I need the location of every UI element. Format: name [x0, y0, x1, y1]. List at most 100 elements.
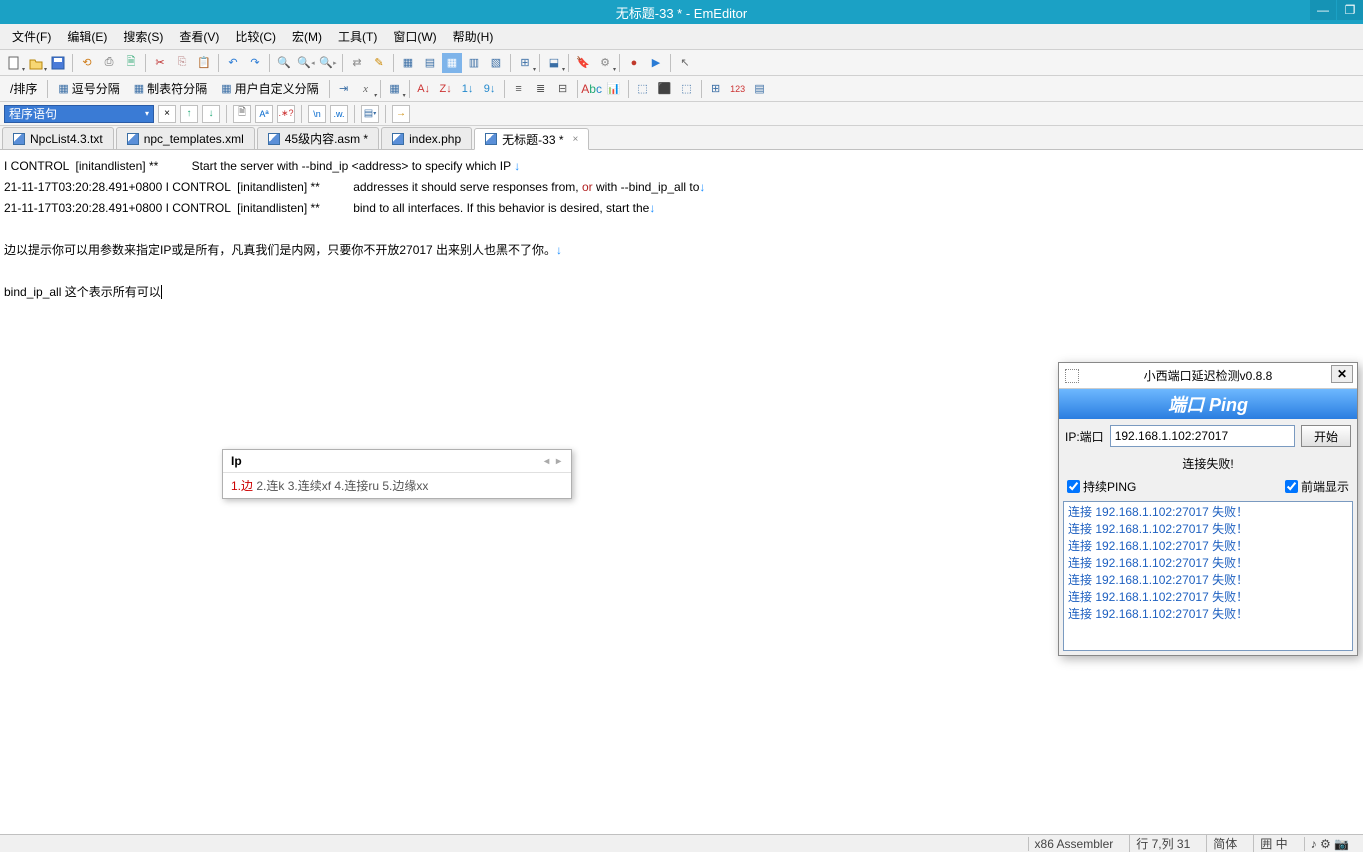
- ping-window[interactable]: 小西端口延迟检测v0.8.8 ✕ 端口 Ping IP:端口 开始 连接失败! …: [1058, 362, 1358, 656]
- macro-rec-button[interactable]: ●: [624, 53, 644, 73]
- tab-0[interactable]: NpcList4.3.txt: [2, 127, 114, 149]
- menu-window[interactable]: 窗口(W): [385, 25, 444, 48]
- compare-button[interactable]: ⬓▾: [544, 53, 564, 73]
- copy-button[interactable]: ⎘: [172, 53, 192, 73]
- ime-pager[interactable]: ◂ ▸: [544, 456, 563, 467]
- align-right-button[interactable]: ⊟: [553, 79, 573, 99]
- ping-app-icon: [1065, 369, 1079, 383]
- file-icon: [127, 133, 139, 145]
- ime-candidates[interactable]: 1.边 2.连k 3.连续xf 4.连接ru 5.边缘xx: [223, 473, 571, 498]
- tb3-close[interactable]: ×: [158, 105, 176, 123]
- ping-log-line: 连接 192.168.1.102:27017 失败！: [1068, 572, 1348, 589]
- tb3-up[interactable]: ↑: [180, 105, 198, 123]
- arrow-button[interactable]: ↖: [675, 53, 695, 73]
- ping-continuous-checkbox[interactable]: 持续PING: [1067, 478, 1136, 495]
- save-button[interactable]: [48, 53, 68, 73]
- maximize-button[interactable]: ❐: [1337, 0, 1363, 20]
- menu-edit[interactable]: 编辑(E): [59, 25, 115, 48]
- tb3-btn1[interactable]: 🗎: [233, 105, 251, 123]
- col-btn-1[interactable]: ⬚: [633, 79, 653, 99]
- find-prev-button[interactable]: 🔍◂: [296, 53, 316, 73]
- csv-btn-2[interactable]: x▾: [356, 79, 376, 99]
- abc-button[interactable]: Abc: [582, 79, 602, 99]
- tab-2[interactable]: 45级内容.asm *: [257, 127, 379, 149]
- grid-button-2[interactable]: ▤: [420, 53, 440, 73]
- col-btn-3[interactable]: ⬚: [677, 79, 697, 99]
- tb3-btn2[interactable]: Aª: [255, 105, 273, 123]
- redo-button[interactable]: ↷: [245, 53, 265, 73]
- tb3-btn6[interactable]: ▤▾: [361, 105, 379, 123]
- ping-start-button[interactable]: 开始: [1301, 425, 1351, 447]
- statusbar: x86 Assembler 行 7,列 31 简体 囲 中 ♪ ⚙ 📷: [0, 834, 1363, 852]
- reload-button[interactable]: ⟲: [77, 53, 97, 73]
- preview-button[interactable]: 🗎: [121, 53, 141, 73]
- menu-tools[interactable]: 工具(T): [330, 25, 385, 48]
- sort-asc-button[interactable]: A↓: [414, 79, 434, 99]
- csv-btn-3[interactable]: ▦▾: [385, 79, 405, 99]
- menu-macro[interactable]: 宏(M): [284, 25, 330, 48]
- find-button[interactable]: 🔍: [274, 53, 294, 73]
- tab-1[interactable]: npc_templates.xml: [116, 127, 255, 149]
- tb3-btn7[interactable]: →: [392, 105, 410, 123]
- bookmark-button[interactable]: 🔖: [573, 53, 593, 73]
- tb3-btn4[interactable]: \n: [308, 105, 326, 123]
- paste-button[interactable]: 📋: [194, 53, 214, 73]
- sort-num-button[interactable]: 1↓: [458, 79, 478, 99]
- file-icon: [485, 133, 497, 145]
- menu-file[interactable]: 文件(F): [4, 25, 59, 48]
- grid-button-4[interactable]: ▥: [464, 53, 484, 73]
- tab-sep-button[interactable]: 制表符分隔: [128, 78, 213, 99]
- undo-button[interactable]: ↶: [223, 53, 243, 73]
- filter-btn-3[interactable]: ▤: [750, 79, 770, 99]
- col-btn-2[interactable]: ⬛: [655, 79, 675, 99]
- sort-num2-button[interactable]: 9↓: [480, 79, 500, 99]
- align-left-button[interactable]: ≡: [509, 79, 529, 99]
- ping-log-line: 连接 192.168.1.102:27017 失败！: [1068, 555, 1348, 572]
- menu-view[interactable]: 查看(V): [171, 25, 227, 48]
- tb3-btn3[interactable]: .∗?: [277, 105, 295, 123]
- replace-button[interactable]: ⇄: [347, 53, 367, 73]
- print-button[interactable]: ⎙: [99, 53, 119, 73]
- goto-button[interactable]: ✎: [369, 53, 389, 73]
- filter-btn-1[interactable]: ⊞: [706, 79, 726, 99]
- settings-button[interactable]: ⚙▾: [595, 53, 615, 73]
- grid-button-3[interactable]: ▦: [442, 53, 462, 73]
- window-controls: — ❐: [1309, 0, 1363, 20]
- tb3-btn5[interactable]: .w.: [330, 105, 348, 123]
- ping-ip-input[interactable]: [1110, 425, 1295, 447]
- open-file-button[interactable]: ▾: [26, 53, 46, 73]
- sort-button[interactable]: /排序: [4, 78, 43, 99]
- ping-close-button[interactable]: ✕: [1331, 365, 1353, 383]
- grid-button-1[interactable]: ▦: [398, 53, 418, 73]
- tabbar: NpcList4.3.txt npc_templates.xml 45级内容.a…: [0, 126, 1363, 150]
- ping-log[interactable]: 连接 192.168.1.102:27017 失败！ 连接 192.168.1.…: [1063, 501, 1353, 651]
- align-center-button[interactable]: ≣: [531, 79, 551, 99]
- tab-3[interactable]: index.php: [381, 127, 472, 149]
- syntax-combo[interactable]: 程序语句▾: [4, 105, 154, 123]
- tab-close-icon[interactable]: ×: [573, 134, 579, 145]
- ping-log-line: 连接 192.168.1.102:27017 失败！: [1068, 504, 1348, 521]
- sort-desc-button[interactable]: Z↓: [436, 79, 456, 99]
- find-next-button[interactable]: 🔍▸: [318, 53, 338, 73]
- new-file-button[interactable]: ▾: [4, 53, 24, 73]
- filter-btn-2[interactable]: 123: [728, 79, 748, 99]
- csv-btn-1[interactable]: ⇥: [334, 79, 354, 99]
- chart-button[interactable]: 📊: [604, 79, 624, 99]
- status-ime: 囲 中: [1253, 835, 1293, 852]
- menu-compare[interactable]: 比较(C): [227, 25, 284, 48]
- menu-search[interactable]: 搜索(S): [115, 25, 171, 48]
- macro-play-button[interactable]: ▶: [646, 53, 666, 73]
- tb3-down[interactable]: ↓: [202, 105, 220, 123]
- window-button[interactable]: ⊞▾: [515, 53, 535, 73]
- comma-sep-button[interactable]: 逗号分隔: [52, 78, 125, 99]
- ping-titlebar[interactable]: 小西端口延迟检测v0.8.8 ✕: [1059, 363, 1357, 389]
- minimize-button[interactable]: —: [1310, 0, 1336, 20]
- grid-button-5[interactable]: ▧: [486, 53, 506, 73]
- menu-help[interactable]: 帮助(H): [445, 25, 502, 48]
- ping-topmost-checkbox[interactable]: 前端显示: [1285, 478, 1349, 495]
- user-sep-button[interactable]: 用户自定义分隔: [215, 78, 324, 99]
- ping-options: 持续PING 前端显示: [1059, 478, 1357, 501]
- cut-button[interactable]: ✂: [150, 53, 170, 73]
- tab-4[interactable]: 无标题-33 *×: [474, 128, 589, 150]
- editor-line: bind_ip_all 这个表示所有可以: [4, 282, 1359, 303]
